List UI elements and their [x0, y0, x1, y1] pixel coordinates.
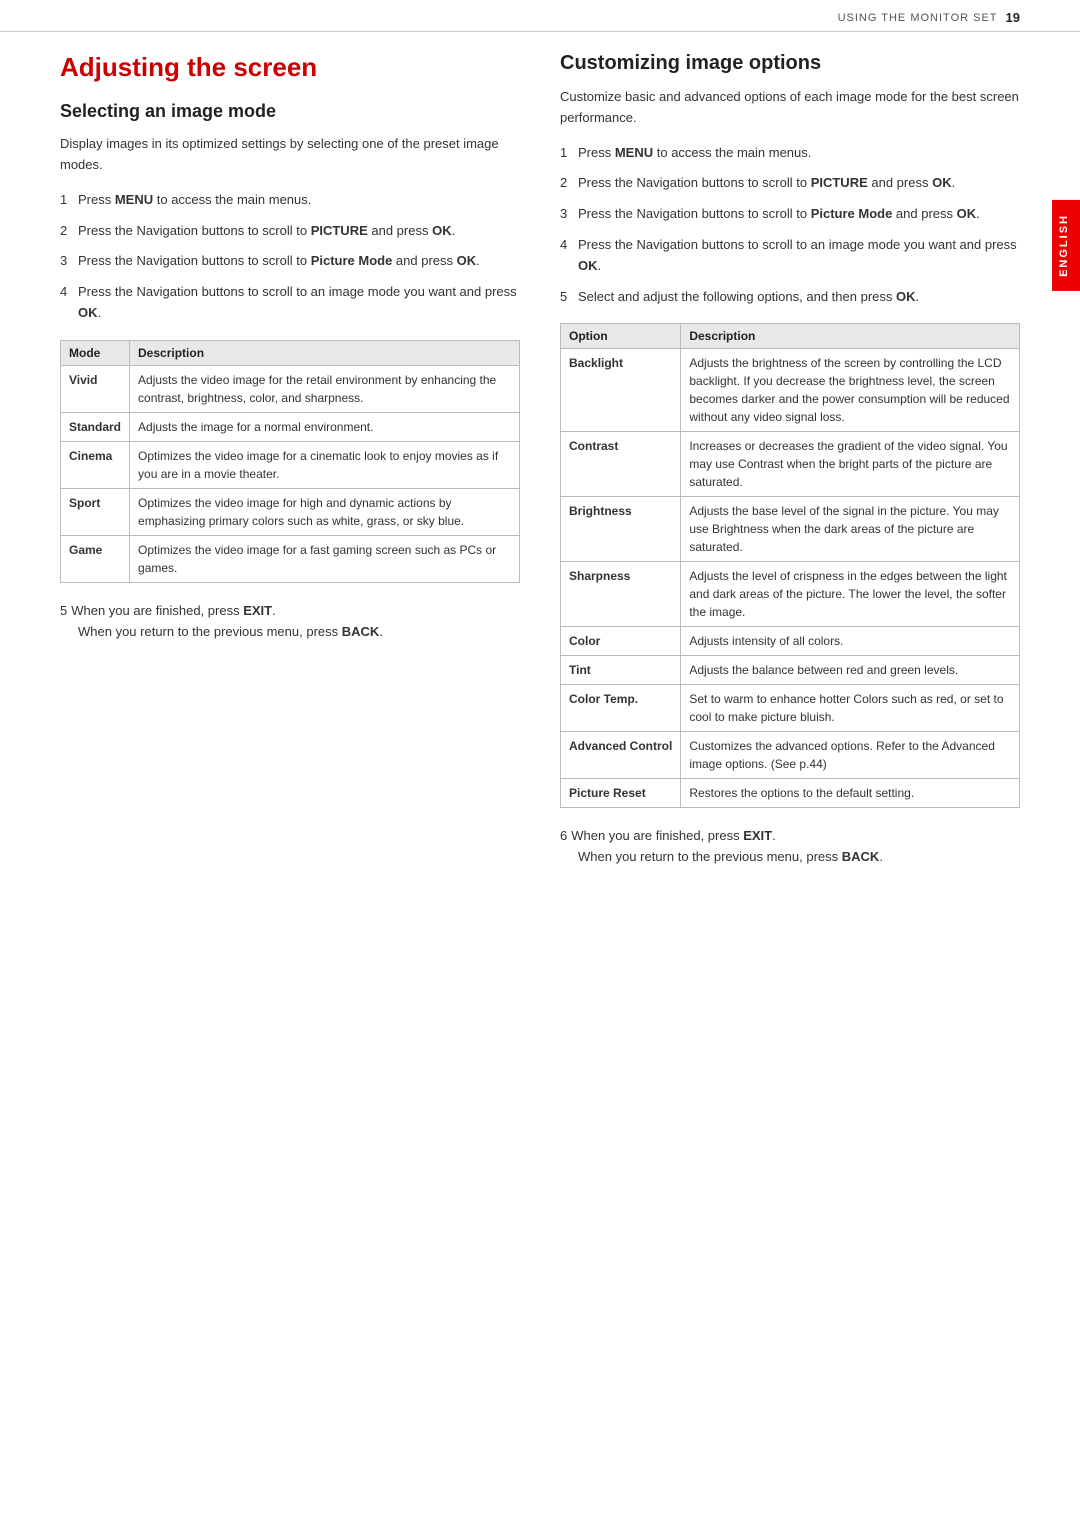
picture-bold-r1: PICTURE: [811, 175, 868, 190]
right-sub-title: Customizing image options: [560, 52, 1020, 75]
option-cell: Picture Reset: [561, 779, 681, 808]
right-column: Customizing image options Customize basi…: [560, 52, 1020, 868]
mode-cell: Sport: [61, 488, 130, 535]
mode-table-header-desc: Description: [130, 340, 520, 365]
option-table-header-option: Option: [561, 324, 681, 349]
table-row: VividAdjusts the video image for the ret…: [61, 365, 520, 412]
left-sub-title: Selecting an image mode: [60, 101, 520, 122]
option-cell: Color Temp.: [561, 685, 681, 732]
table-row: ColorAdjusts intensity of all colors.: [561, 627, 1020, 656]
option-cell: Backlight: [561, 349, 681, 432]
table-row: SharpnessAdjusts the level of crispness …: [561, 562, 1020, 627]
option-cell: Sharpness: [561, 562, 681, 627]
table-row: Picture ResetRestores the options to the…: [561, 779, 1020, 808]
right-steps-list: 1 Press MENU to access the main menus. 2…: [560, 143, 1020, 308]
exit-bold-right: EXIT: [743, 828, 772, 843]
option-cell: Tint: [561, 656, 681, 685]
menu-bold-1: MENU: [115, 192, 153, 207]
ok-bold-r3: OK: [578, 258, 598, 273]
desc-cell: Customizes the advanced options. Refer t…: [681, 732, 1020, 779]
desc-cell: Set to warm to enhance hotter Colors suc…: [681, 685, 1020, 732]
mode-cell: Cinema: [61, 441, 130, 488]
right-intro: Customize basic and advanced options of …: [560, 87, 1020, 129]
left-steps-list: 1 Press MENU to access the main menus. 2…: [60, 190, 520, 324]
desc-cell: Optimizes the video image for a cinemati…: [130, 441, 520, 488]
right-step-1: 1 Press MENU to access the main menus.: [560, 143, 1020, 164]
menu-bold-r1: MENU: [615, 145, 653, 160]
table-row: TintAdjusts the balance between red and …: [561, 656, 1020, 685]
back-bold-left: BACK: [342, 624, 380, 639]
option-table-header-desc: Description: [681, 324, 1020, 349]
desc-cell: Adjusts the balance between red and gree…: [681, 656, 1020, 685]
left-back-note: When you return to the previous menu, pr…: [78, 622, 520, 643]
back-bold-right: BACK: [842, 849, 880, 864]
ok-bold-2: OK: [457, 253, 477, 268]
header-label: USING THE MONITOR SET: [838, 12, 998, 24]
desc-cell: Adjusts the brightness of the screen by …: [681, 349, 1020, 432]
desc-cell: Adjusts the level of crispness in the ed…: [681, 562, 1020, 627]
page-container: USING THE MONITOR SET 19 ENGLISH Adjusti…: [0, 0, 1080, 1524]
content-area: Adjusting the screen Selecting an image …: [0, 32, 1080, 898]
left-step-3: 3 Press the Navigation buttons to scroll…: [60, 251, 520, 272]
mode-cell: Game: [61, 535, 130, 582]
option-cell: Advanced Control: [561, 732, 681, 779]
table-row: SportOptimizes the video image for high …: [61, 488, 520, 535]
desc-cell: Increases or decreases the gradient of t…: [681, 432, 1020, 497]
option-cell: Brightness: [561, 497, 681, 562]
desc-cell: Optimizes the video image for high and d…: [130, 488, 520, 535]
option-cell: Color: [561, 627, 681, 656]
desc-cell: Adjusts the image for a normal environme…: [130, 412, 520, 441]
ok-bold-r2: OK: [957, 206, 977, 221]
table-row: BrightnessAdjusts the base level of the …: [561, 497, 1020, 562]
desc-cell: Adjusts intensity of all colors.: [681, 627, 1020, 656]
mode-cell: Vivid: [61, 365, 130, 412]
table-row: GameOptimizes the video image for a fast…: [61, 535, 520, 582]
picture-mode-bold-1: Picture Mode: [311, 253, 393, 268]
right-step-5: 5 Select and adjust the following option…: [560, 287, 1020, 308]
desc-cell: Optimizes the video image for a fast gam…: [130, 535, 520, 582]
table-row: Advanced ControlCustomizes the advanced …: [561, 732, 1020, 779]
right-step6-note: 6 When you are finished, press EXIT. Whe…: [560, 826, 1020, 868]
mode-cell: Standard: [61, 412, 130, 441]
table-row: ContrastIncreases or decreases the gradi…: [561, 432, 1020, 497]
left-step-1: 1 Press MENU to access the main menus.: [60, 190, 520, 211]
ok-bold-r4: OK: [896, 289, 916, 304]
picture-bold-1: PICTURE: [311, 223, 368, 238]
option-cell: Contrast: [561, 432, 681, 497]
table-row: CinemaOptimizes the video image for a ci…: [61, 441, 520, 488]
ok-bold-1: OK: [432, 223, 452, 238]
left-column: Adjusting the screen Selecting an image …: [60, 52, 520, 868]
mode-table: Mode Description VividAdjusts the video …: [60, 340, 520, 583]
left-step5-note: 5 When you are finished, press EXIT. Whe…: [60, 601, 520, 643]
picture-mode-bold-r1: Picture Mode: [811, 206, 893, 221]
option-table: Option Description BacklightAdjusts the …: [560, 323, 1020, 808]
main-title: Adjusting the screen: [60, 52, 520, 83]
header-page-number: 19: [1006, 10, 1020, 25]
table-row: Color Temp.Set to warm to enhance hotter…: [561, 685, 1020, 732]
mode-table-header-mode: Mode: [61, 340, 130, 365]
english-tab: ENGLISH: [1052, 200, 1080, 291]
ok-bold-r1: OK: [932, 175, 952, 190]
table-row: BacklightAdjusts the brightness of the s…: [561, 349, 1020, 432]
page-header: USING THE MONITOR SET 19: [0, 0, 1080, 32]
right-step-4: 4 Press the Navigation buttons to scroll…: [560, 235, 1020, 277]
left-intro: Display images in its optimized settings…: [60, 134, 520, 176]
table-row: StandardAdjusts the image for a normal e…: [61, 412, 520, 441]
right-step-2: 2 Press the Navigation buttons to scroll…: [560, 173, 1020, 194]
ok-bold-3: OK: [78, 305, 98, 320]
desc-cell: Adjusts the base level of the signal in …: [681, 497, 1020, 562]
left-step-4: 4 Press the Navigation buttons to scroll…: [60, 282, 520, 324]
left-step-2: 2 Press the Navigation buttons to scroll…: [60, 221, 520, 242]
exit-bold-left: EXIT: [243, 603, 272, 618]
right-step-3: 3 Press the Navigation buttons to scroll…: [560, 204, 1020, 225]
desc-cell: Adjusts the video image for the retail e…: [130, 365, 520, 412]
desc-cell: Restores the options to the default sett…: [681, 779, 1020, 808]
right-back-note: When you return to the previous menu, pr…: [578, 847, 1020, 868]
